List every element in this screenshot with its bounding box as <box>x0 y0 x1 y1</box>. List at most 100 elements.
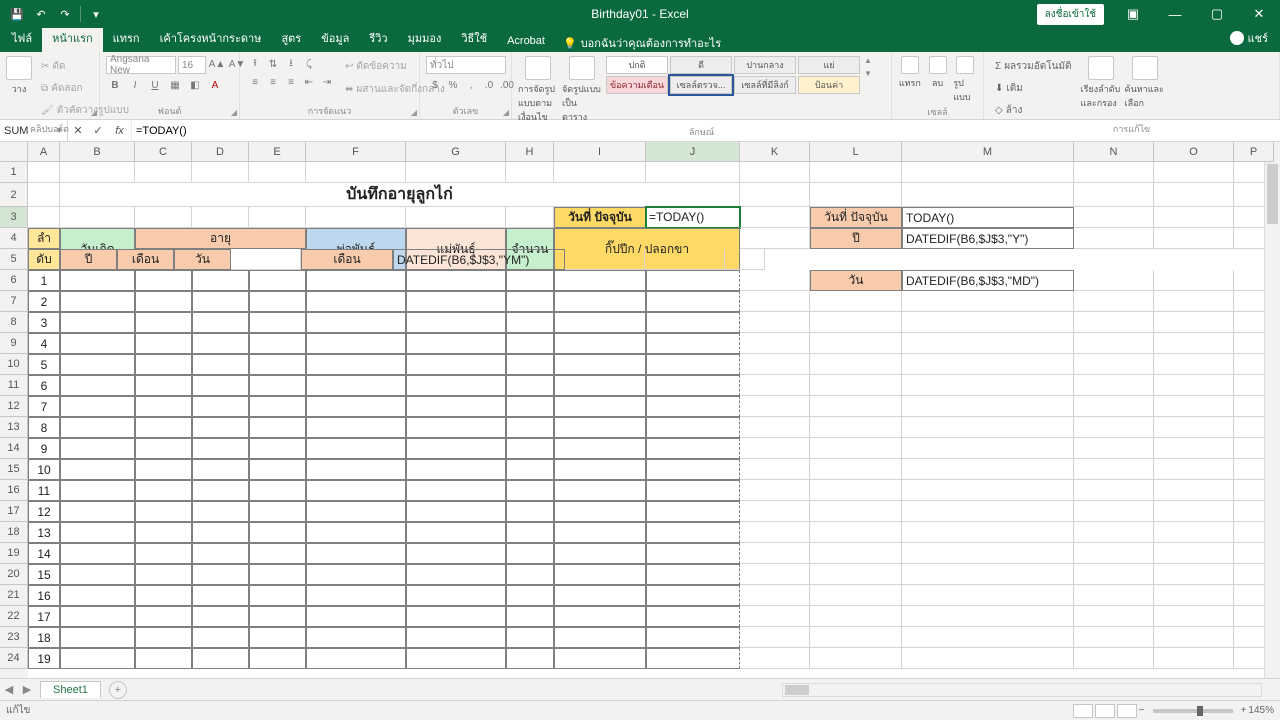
cell-N10[interactable] <box>1074 354 1154 375</box>
cell-D6[interactable] <box>192 270 249 291</box>
find-select-button[interactable]: ค้นหาและเลือก <box>1125 56 1165 110</box>
cell-P5[interactable] <box>725 249 765 270</box>
row-header-9[interactable]: 9 <box>0 333 28 354</box>
tab-layout[interactable]: เค้าโครงหน้ากระดาษ <box>150 24 272 52</box>
spreadsheet-grid[interactable]: ABCDEFGHIJKLMNOP 12345678910111213141516… <box>0 142 1280 678</box>
cell-H15[interactable] <box>506 459 554 480</box>
cell-O13[interactable] <box>1154 417 1234 438</box>
cell-I24[interactable] <box>554 648 646 669</box>
styles-down-icon[interactable]: ▼ <box>864 69 872 78</box>
cell-O8[interactable] <box>1154 312 1234 333</box>
cell-I9[interactable] <box>554 333 646 354</box>
cell-L10[interactable] <box>810 354 902 375</box>
cell-E21[interactable] <box>249 585 306 606</box>
tab-acrobat[interactable]: Acrobat <box>497 30 555 52</box>
cell-K19[interactable] <box>740 543 810 564</box>
cell-E13[interactable] <box>249 417 306 438</box>
tab-insert[interactable]: แทรก <box>103 24 150 52</box>
cell-C10[interactable] <box>135 354 192 375</box>
cell-E16[interactable] <box>249 480 306 501</box>
cell-M21[interactable] <box>902 585 1074 606</box>
cell-B15[interactable] <box>60 459 135 480</box>
cell-A9[interactable]: 4 <box>28 333 60 354</box>
cond-format-button[interactable]: การจัดรูปแบบตามเงื่อนไข <box>518 56 558 124</box>
row-header-20[interactable]: 20 <box>0 564 28 585</box>
bold-icon[interactable]: B <box>106 77 124 93</box>
cell-M1[interactable] <box>902 162 1074 183</box>
cell-A10[interactable]: 5 <box>28 354 60 375</box>
cell-K7[interactable] <box>740 291 810 312</box>
style-neutral[interactable]: ปานกลาง <box>734 56 796 74</box>
cell-G7[interactable] <box>406 291 506 312</box>
cell-I7[interactable] <box>554 291 646 312</box>
cell-J17[interactable] <box>646 501 740 522</box>
number-launcher-icon[interactable]: ◢ <box>503 108 509 117</box>
minimize-icon[interactable]: — <box>1154 0 1196 28</box>
cell-F17[interactable] <box>306 501 406 522</box>
cell-O5[interactable] <box>645 249 725 270</box>
cell-A7[interactable]: 2 <box>28 291 60 312</box>
cell-I11[interactable] <box>554 375 646 396</box>
cell-C14[interactable] <box>135 438 192 459</box>
cell-N4[interactable] <box>1074 228 1154 249</box>
cell-C16[interactable] <box>135 480 192 501</box>
cell-B3[interactable] <box>60 207 135 228</box>
cell-M9[interactable] <box>902 333 1074 354</box>
cell-L11[interactable] <box>810 375 902 396</box>
cell-G20[interactable] <box>406 564 506 585</box>
cell-D21[interactable] <box>192 585 249 606</box>
cell-K2[interactable] <box>740 183 810 207</box>
cell-H10[interactable] <box>506 354 554 375</box>
cell-H23[interactable] <box>506 627 554 648</box>
cell-C1[interactable] <box>135 162 192 183</box>
row-header-21[interactable]: 21 <box>0 585 28 606</box>
zoom-slider[interactable] <box>1153 709 1233 713</box>
cell-F11[interactable] <box>306 375 406 396</box>
column-headers[interactable]: ABCDEFGHIJKLMNOP <box>28 142 1280 162</box>
col-header-C[interactable]: C <box>135 142 192 162</box>
cell-O9[interactable] <box>1154 333 1234 354</box>
cell-A4[interactable]: ลำ <box>28 228 60 249</box>
row-header-8[interactable]: 8 <box>0 312 28 333</box>
row-header-16[interactable]: 16 <box>0 480 28 501</box>
cell-K10[interactable] <box>740 354 810 375</box>
maximize-icon[interactable]: ▢ <box>1196 0 1238 28</box>
zoom-out-icon[interactable]: − <box>1139 705 1145 716</box>
sheet-nav-prev-icon[interactable]: ◀ <box>0 683 18 696</box>
cell-L14[interactable] <box>810 438 902 459</box>
cell-N3[interactable] <box>1074 207 1154 228</box>
cell-G1[interactable] <box>406 162 506 183</box>
undo-icon[interactable]: ↶ <box>30 4 52 24</box>
row-header-15[interactable]: 15 <box>0 459 28 480</box>
cell-K23[interactable] <box>740 627 810 648</box>
cell-H22[interactable] <box>506 606 554 627</box>
cell-I18[interactable] <box>554 522 646 543</box>
indent-inc-icon[interactable]: ⇥ <box>318 74 336 90</box>
save-icon[interactable]: 💾 <box>6 4 28 24</box>
cell-C18[interactable] <box>135 522 192 543</box>
cell-D11[interactable] <box>192 375 249 396</box>
row-header-22[interactable]: 22 <box>0 606 28 627</box>
cell-I15[interactable] <box>554 459 646 480</box>
cell-N21[interactable] <box>1074 585 1154 606</box>
cell-O14[interactable] <box>1154 438 1234 459</box>
style-bad[interactable]: ดี <box>670 56 732 74</box>
cell-K13[interactable] <box>740 417 810 438</box>
cell-A20[interactable]: 15 <box>28 564 60 585</box>
cell-E9[interactable] <box>249 333 306 354</box>
currency-icon[interactable]: $ <box>426 77 444 93</box>
cell-E20[interactable] <box>249 564 306 585</box>
cell-B14[interactable] <box>60 438 135 459</box>
cell-B7[interactable] <box>60 291 135 312</box>
zoom-in-icon[interactable]: + <box>1241 705 1247 716</box>
cell-K3[interactable] <box>740 207 810 228</box>
cell-B21[interactable] <box>60 585 135 606</box>
align-right-icon[interactable]: ≡ <box>282 74 300 90</box>
cell-F23[interactable] <box>306 627 406 648</box>
cell-K20[interactable] <box>740 564 810 585</box>
row-header-24[interactable]: 24 <box>0 648 28 669</box>
cell-N19[interactable] <box>1074 543 1154 564</box>
cell-O20[interactable] <box>1154 564 1234 585</box>
cell-D17[interactable] <box>192 501 249 522</box>
grow-font-icon[interactable]: A▲ <box>208 56 226 72</box>
